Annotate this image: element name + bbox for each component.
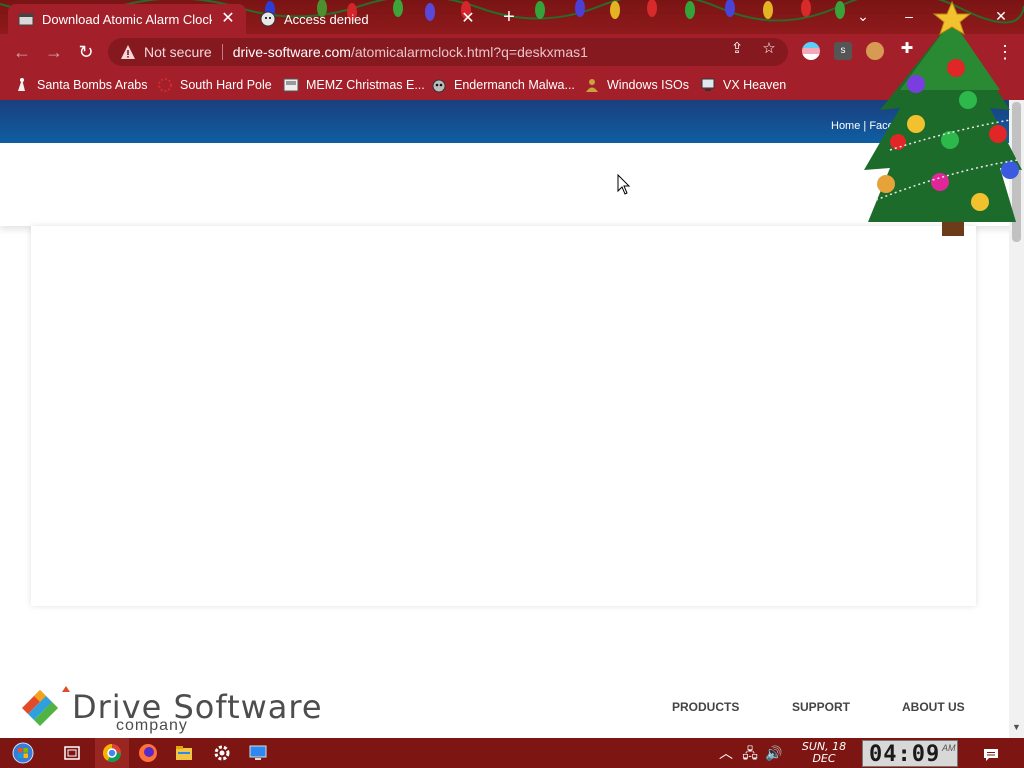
bookmark-star-icon[interactable]: ☆ — [760, 40, 778, 58]
back-arrow-icon[interactable]: ← — [10, 40, 34, 64]
robot-favicon-icon — [260, 11, 276, 27]
bookmark-south-hard-pole[interactable]: South Hard Pole — [157, 75, 272, 95]
home-link[interactable]: Home — [831, 120, 860, 132]
share-icon[interactable]: ⇪ — [728, 40, 746, 58]
mouse-cursor-icon — [617, 174, 631, 195]
firefox-icon[interactable] — [138, 743, 158, 763]
bookmark-label: VX Heaven — [723, 78, 787, 92]
address-divider — [221, 44, 223, 60]
extension-s-icon[interactable]: s — [834, 42, 852, 60]
scroll-down-arrow-icon[interactable]: ▼ — [1011, 722, 1022, 734]
tab-title: Download Atomic Alarm Clock - — [42, 11, 212, 27]
memz-icon — [283, 78, 299, 92]
action-center-icon[interactable] — [983, 748, 999, 762]
extension-flag-icon[interactable] — [802, 42, 820, 60]
taskbar-date[interactable]: SUN, 18 DEC — [798, 741, 850, 765]
bookmark-label: Santa Bombs Arabs — [37, 78, 148, 92]
nav-products[interactable]: PRODUCTS — [672, 700, 739, 714]
bookmark-endermanch[interactable]: Endermanch Malwa... — [431, 75, 575, 95]
bookmark-memz-christmas[interactable]: MEMZ Christmas E... — [283, 75, 425, 95]
bookmark-santa-bombs[interactable]: Santa Bombs Arabs — [14, 75, 147, 95]
tray-expand-chevron-icon[interactable]: ︿ — [717, 745, 735, 761]
page-favicon-icon — [18, 13, 34, 26]
bookmark-windows-isos[interactable]: Windows ISOs — [584, 75, 689, 95]
nav-about-us[interactable]: ABOUT US — [902, 700, 965, 714]
security-status-label[interactable]: Not secure — [144, 44, 212, 60]
task-view-icon[interactable] — [62, 743, 82, 763]
address-bar[interactable]: Not secure drive-software.com/atomicalar… — [108, 38, 788, 66]
bookmark-label: Windows ISOs — [607, 78, 689, 92]
tab-close-icon[interactable]: ✕ — [220, 11, 236, 27]
url-path: /atomicalarmclock.html?q=deskxmas1 — [350, 44, 588, 60]
raccoon-icon — [432, 79, 446, 93]
christmas-tree-decoration — [864, 0, 1022, 236]
bookmark-vx-heaven[interactable]: VX Heaven — [700, 75, 786, 95]
bookmark-label: Endermanch Malwa... — [454, 78, 575, 92]
network-icon[interactable]: 🖧 — [741, 745, 759, 761]
bookmark-label: MEMZ Christmas E... — [306, 78, 425, 92]
snowflake-icon — [158, 78, 172, 92]
bookmark-label: South Hard Pole — [180, 78, 272, 92]
tab-atomic-alarm-clock[interactable]: Download Atomic Alarm Clock - ✕ — [8, 4, 246, 34]
nav-support[interactable]: SUPPORT — [792, 700, 850, 714]
clock-time: 04:09 — [869, 742, 941, 767]
drive-software-logo-icon — [22, 686, 70, 726]
clock-ampm: AM — [942, 743, 956, 753]
content-card — [31, 226, 976, 606]
brand-subtitle: company — [116, 717, 188, 734]
forward-arrow-icon[interactable]: → — [42, 40, 66, 64]
chrome-icon[interactable] — [102, 743, 122, 763]
monitor-app-icon[interactable] — [248, 743, 268, 763]
taskbar-clock[interactable]: 04:09 AM — [862, 740, 958, 767]
santa-icon — [18, 78, 25, 91]
buddha-icon — [586, 79, 598, 92]
reload-icon[interactable]: ↻ — [74, 40, 98, 64]
url-host: drive-software.com — [232, 44, 351, 60]
new-tab-icon[interactable]: + — [498, 7, 520, 29]
tab-close-icon[interactable]: ✕ — [460, 11, 476, 27]
tab-access-denied[interactable]: Access denied ✕ — [250, 4, 486, 34]
warning-triangle-icon — [121, 45, 135, 59]
volume-icon[interactable]: 🔊 — [765, 745, 783, 761]
brand-name[interactable]: Drive Software — [72, 688, 323, 726]
tab-title: Access denied — [284, 11, 369, 27]
date-month: DEC — [812, 752, 836, 765]
computer-icon — [701, 78, 715, 91]
settings-gear-icon[interactable] — [212, 743, 232, 763]
file-explorer-icon[interactable] — [174, 743, 194, 763]
start-orb-icon[interactable] — [12, 742, 34, 764]
